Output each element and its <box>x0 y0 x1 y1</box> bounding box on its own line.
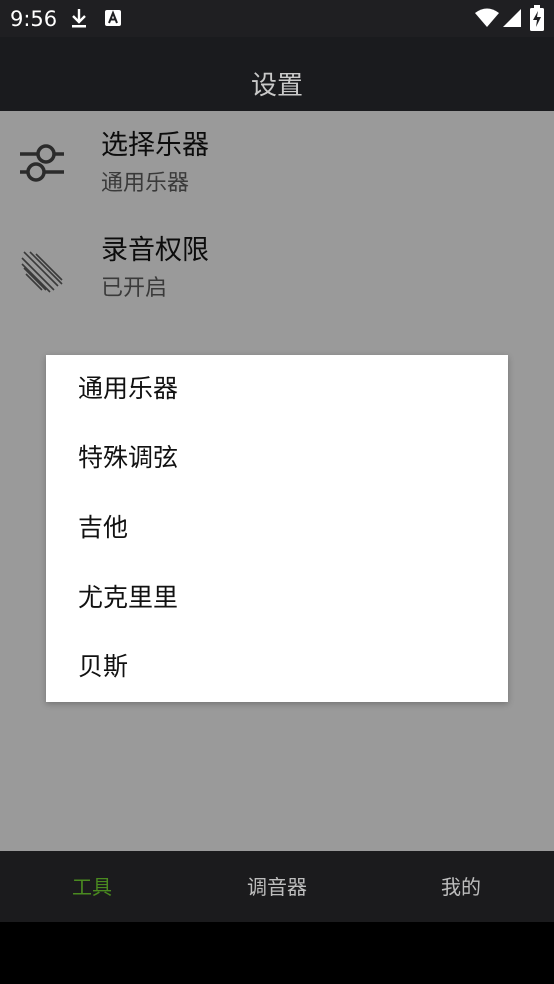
tab-mine[interactable]: 我的 <box>369 851 553 922</box>
page-title: 设置 <box>250 71 303 101</box>
instrument-picker-dialog: 通用乐器 特殊调弦 吉他 尤克里里 贝斯 <box>46 355 508 702</box>
option-label: 通用乐器 <box>78 374 179 403</box>
option-bass[interactable]: 贝斯 <box>46 633 508 702</box>
sliders-icon <box>20 144 64 182</box>
tab-label: 调音器 <box>247 875 307 899</box>
setting-subtitle: 通用乐器 <box>101 171 190 196</box>
download-icon <box>72 9 86 28</box>
app-screen: 9:56 设置 选择乐器 通用乐器 录音权限 已开启 通用乐器 特殊调弦 吉他 … <box>0 0 554 984</box>
option-label: 吉他 <box>78 513 129 542</box>
setting-title: 选择乐器 <box>101 130 209 161</box>
setting-record-permission[interactable]: 录音权限 已开启 <box>0 216 554 321</box>
setting-subtitle: 已开启 <box>101 276 168 301</box>
option-label: 贝斯 <box>78 652 129 681</box>
tab-label: 工具 <box>72 875 112 899</box>
tab-label: 我的 <box>441 875 481 899</box>
tab-tools[interactable]: 工具 <box>0 851 184 922</box>
signal-icon <box>503 9 521 27</box>
battery-charging-icon <box>530 5 544 31</box>
option-label: 特殊调弦 <box>78 443 179 472</box>
option-guitar[interactable]: 吉他 <box>46 494 508 563</box>
tab-tuner[interactable]: 调音器 <box>185 851 369 922</box>
setting-select-instrument[interactable]: 选择乐器 通用乐器 <box>0 111 554 216</box>
bottom-nav: 工具 调音器 我的 <box>0 851 554 922</box>
wifi-icon <box>475 8 499 27</box>
app-bar: 设置 <box>0 37 554 111</box>
status-bar: 9:56 <box>0 0 554 37</box>
a-badge-icon <box>105 10 121 26</box>
option-general-instrument[interactable]: 通用乐器 <box>46 355 508 424</box>
option-special-tuning[interactable]: 特殊调弦 <box>46 424 508 493</box>
setting-title: 录音权限 <box>101 235 209 266</box>
option-label: 尤克里里 <box>78 583 179 612</box>
status-time: 9:56 <box>10 7 58 31</box>
option-ukulele[interactable]: 尤克里里 <box>46 564 508 633</box>
mic-permission-icon <box>21 251 63 293</box>
system-nav-bar <box>0 922 554 984</box>
